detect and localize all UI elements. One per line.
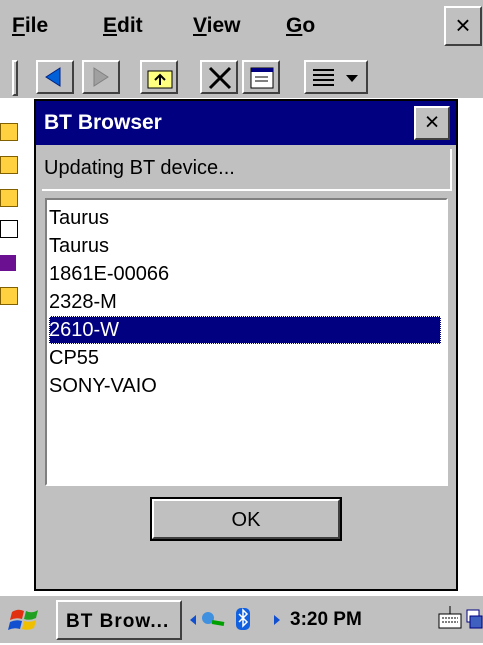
folder-icon[interactable] [0, 123, 18, 141]
toolbar-grip[interactable] [12, 60, 18, 96]
list-item-device[interactable]: 2328-M [49, 288, 441, 316]
dialog-title: BT Browser [44, 111, 162, 134]
input-panel-button[interactable] [436, 602, 464, 636]
taskbar-app-label: BT Brow... [66, 611, 170, 632]
show-desktop-button[interactable] [466, 602, 483, 636]
view-menu-icon [313, 69, 358, 86]
clock[interactable]: 3:20 PM [290, 609, 362, 631]
keyboard-icon [438, 606, 462, 629]
menu-edit[interactable]: Edit [103, 14, 143, 38]
taskbar: BT Brow... 3:20 PM [0, 594, 483, 643]
shortcut-folder-icon[interactable] [0, 287, 18, 305]
dialog-title-bar[interactable]: BT Browser × [36, 101, 456, 145]
menu-bar: File Edit View Go × [0, 0, 483, 56]
system-tray: 3:20 PM [186, 600, 434, 640]
forward-icon [93, 67, 109, 87]
ok-button-label: OK [152, 499, 340, 539]
desktop-icon [466, 609, 483, 629]
tray-icons [190, 608, 280, 630]
list-item-device[interactable]: SONY-VAIO [49, 372, 441, 400]
folder-icon[interactable] [0, 156, 18, 174]
menu-go[interactable]: Go [286, 14, 315, 38]
delete-icon [208, 66, 232, 90]
document-icon[interactable] [0, 220, 18, 238]
delete-button[interactable] [200, 60, 238, 94]
bluetooth-icon [236, 608, 250, 630]
list-item-device[interactable]: CP55 [49, 344, 441, 372]
status-panel: Updating BT device... [42, 149, 452, 191]
folder-icon[interactable] [0, 189, 18, 207]
start-button[interactable] [6, 602, 46, 638]
menu-file[interactable]: File [12, 14, 48, 38]
forward-button[interactable] [82, 60, 120, 94]
network-icon [202, 612, 225, 626]
arrow-right-icon [274, 615, 280, 625]
dialog-close-button[interactable]: × [414, 106, 450, 140]
ok-button[interactable]: OK [150, 497, 342, 541]
back-button[interactable] [36, 60, 74, 94]
bt-browser-dialog: BT Browser × Updating BT device... Tauru… [34, 99, 458, 591]
list-item-device[interactable]: Taurus [49, 204, 441, 232]
menu-view[interactable]: View [193, 14, 241, 38]
view-menu-button[interactable] [304, 60, 368, 94]
close-icon: × [455, 10, 471, 40]
up-folder-button[interactable] [140, 60, 178, 94]
taskbar-app-button[interactable]: BT Brow... [56, 600, 182, 640]
device-list[interactable]: Taurus Taurus 1861E-00066 2328-M 2610-W … [45, 198, 448, 486]
properties-button[interactable] [242, 60, 280, 94]
properties-icon [250, 67, 274, 89]
status-text: Updating BT device... [44, 157, 235, 179]
back-icon [45, 67, 61, 87]
application-icon[interactable] [0, 255, 16, 271]
close-icon: × [424, 108, 440, 136]
list-item-device[interactable]: Taurus [49, 232, 441, 260]
up-folder-icon [147, 70, 173, 89]
windows-logo-icon [8, 609, 38, 630]
toolbar [0, 56, 483, 98]
app-close-button[interactable]: × [444, 6, 482, 46]
list-item-device-selected[interactable]: 2610-W [49, 316, 441, 344]
list-item-device[interactable]: 1861E-00066 [49, 260, 441, 288]
arrow-left-icon [190, 615, 196, 625]
